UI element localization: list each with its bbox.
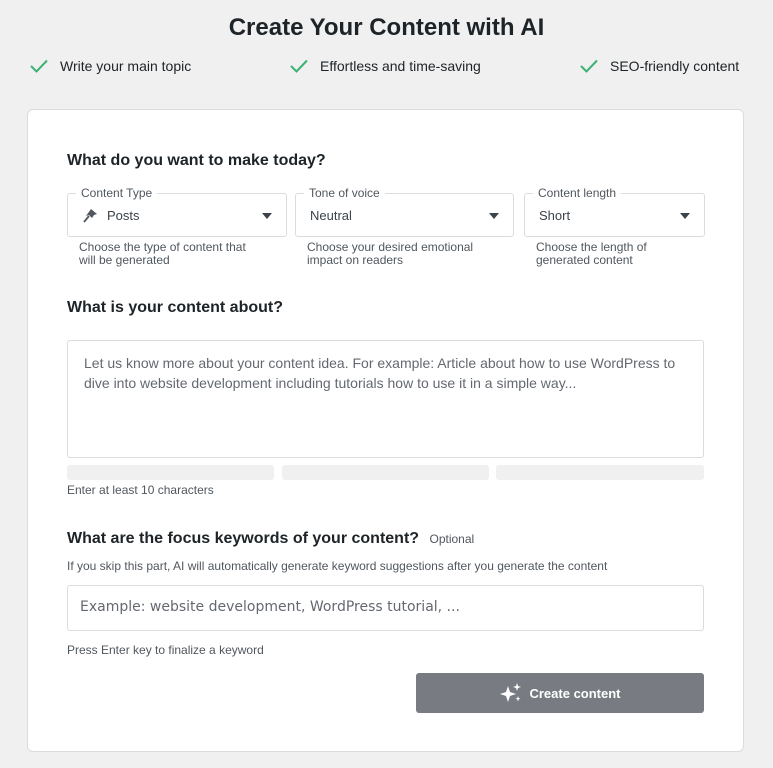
content-type-help: Choose the type of content that will be … bbox=[79, 241, 246, 267]
keywords-placeholder: Example: website development, WordPress … bbox=[80, 599, 460, 615]
optional-tag: Optional bbox=[429, 532, 475, 546]
content-type-value: Posts bbox=[82, 208, 140, 223]
make-heading: What do you want to make today? bbox=[67, 152, 326, 169]
about-note: Enter at least 10 characters bbox=[67, 483, 214, 497]
length-label: Content length bbox=[533, 186, 622, 200]
keywords-heading-text: What are the focus keywords of your cont… bbox=[67, 530, 420, 547]
feature-label: Effortless and time-saving bbox=[320, 58, 481, 74]
chevron-down-icon bbox=[680, 213, 690, 219]
length-help: Choose the length of generated content bbox=[536, 241, 647, 267]
help-line: impact on readers bbox=[307, 253, 404, 267]
feature-item: Write your main topic bbox=[30, 58, 191, 74]
feature-list: Write your main topic Effortless and tim… bbox=[0, 58, 773, 78]
create-content-label: Create content bbox=[529, 685, 621, 701]
about-heading: What is your content about? bbox=[67, 299, 283, 316]
create-content-button[interactable]: Create content bbox=[416, 673, 704, 713]
content-form-card: What do you want to make today? Content … bbox=[27, 109, 744, 752]
keywords-note: Press Enter key to finalize a keyword bbox=[67, 643, 264, 657]
length-value: Short bbox=[539, 208, 570, 223]
chevron-down-icon bbox=[262, 213, 272, 219]
content-idea-textarea[interactable]: Let us know more about your content idea… bbox=[67, 340, 704, 458]
chevron-down-icon bbox=[489, 213, 499, 219]
check-icon bbox=[580, 59, 598, 73]
sparkle-icon bbox=[500, 683, 522, 702]
content-type-label: Content Type bbox=[76, 186, 158, 200]
keywords-heading: What are the focus keywords of your cont… bbox=[67, 530, 474, 548]
keywords-description: If you skip this part, AI will automatic… bbox=[67, 559, 608, 573]
feature-label: Write your main topic bbox=[60, 58, 192, 74]
content-type-value-text: Posts bbox=[107, 208, 140, 223]
length-select[interactable]: Content length Short bbox=[524, 186, 705, 237]
pin-icon bbox=[83, 209, 97, 223]
page-title: Create Your Content with AI bbox=[228, 14, 545, 41]
length-indicator-segment bbox=[282, 465, 489, 480]
tone-label: Tone of voice bbox=[304, 186, 385, 200]
length-indicator-segment bbox=[496, 465, 704, 480]
tone-help: Choose your desired emotional impact on … bbox=[307, 241, 473, 267]
keywords-input[interactable]: Example: website development, WordPress … bbox=[67, 585, 704, 631]
tone-value-text: Neutral bbox=[310, 208, 352, 223]
content-type-select[interactable]: Content Type Posts bbox=[67, 186, 287, 237]
help-line: will be generated bbox=[79, 253, 170, 267]
help-line: generated content bbox=[536, 253, 633, 267]
length-value-text: Short bbox=[539, 208, 571, 223]
check-icon bbox=[30, 59, 48, 73]
tone-select[interactable]: Tone of voice Neutral bbox=[295, 186, 514, 237]
tone-value: Neutral bbox=[310, 208, 352, 223]
feature-label: SEO-friendly content bbox=[610, 58, 740, 74]
length-indicator-segment bbox=[67, 465, 274, 480]
feature-item: SEO-friendly content bbox=[580, 58, 739, 74]
check-icon bbox=[290, 59, 308, 73]
feature-item: Effortless and time-saving bbox=[290, 58, 481, 74]
content-idea-placeholder: Let us know more about your content idea… bbox=[84, 355, 676, 391]
